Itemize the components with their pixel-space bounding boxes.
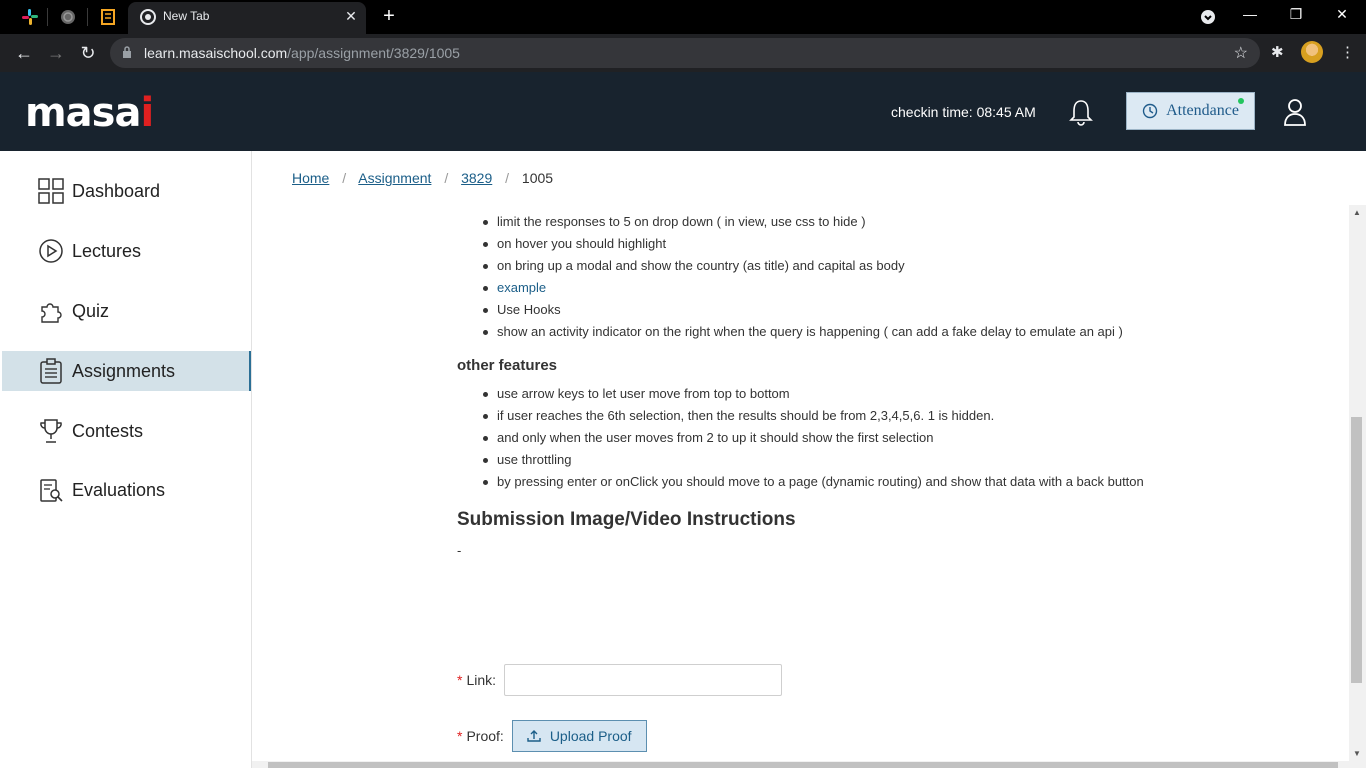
- sidebar: Dashboard Lectures Quiz Assignments Cont…: [0, 151, 252, 768]
- play-circle-icon: [39, 239, 63, 263]
- other-features-heading: other features: [457, 357, 558, 374]
- window-close-icon[interactable]: ✕: [1332, 6, 1352, 23]
- attendance-button[interactable]: Attendance: [1126, 92, 1255, 130]
- trophy-icon: [40, 419, 62, 443]
- evaluation-icon: [40, 479, 63, 502]
- sidebar-item-label: Lectures: [72, 240, 142, 261]
- sidebar-item-label: Quiz: [72, 300, 110, 321]
- profile-avatar[interactable]: [1301, 41, 1323, 63]
- url-input[interactable]: learn.masaischool.com/app/assignment/382…: [110, 38, 1260, 68]
- required-mark: *: [457, 728, 463, 744]
- link-label: Link:: [466, 672, 497, 688]
- requirements-list: limit the responses to 5 on drop down ( …: [457, 211, 1347, 343]
- list-item: on bring up a modal and show the country…: [457, 255, 1347, 277]
- chrome-icon: [138, 7, 158, 27]
- online-indicator: [1238, 98, 1244, 104]
- link-input[interactable]: [504, 664, 783, 696]
- sidebar-item-label: Dashboard: [72, 180, 161, 201]
- scroll-down-icon[interactable]: ▼: [1353, 749, 1361, 758]
- sidebar-item-assignments[interactable]: Assignments: [2, 351, 251, 391]
- breadcrumb-separator: /: [444, 170, 449, 186]
- attendance-label: Attendance: [1166, 102, 1239, 119]
- clock-icon: [1142, 103, 1158, 119]
- link-row: * Link:: [457, 664, 783, 696]
- sidebar-item-evaluations[interactable]: Evaluations: [2, 470, 251, 510]
- proof-row: * Proof: Upload Proof: [457, 720, 647, 752]
- globe-icon[interactable]: [58, 7, 78, 27]
- reload-icon[interactable]: ↻: [78, 43, 98, 63]
- list-item: limit the responses to 5 on drop down ( …: [457, 211, 1347, 233]
- list-item: on hover you should highlight: [457, 233, 1347, 255]
- sidebar-item-label: Contests: [72, 420, 144, 441]
- list-item: use throttling: [457, 449, 1347, 471]
- breadcrumb-id[interactable]: 3829: [461, 170, 492, 186]
- breadcrumb-separator: /: [505, 170, 510, 186]
- forward-icon[interactable]: →: [46, 43, 66, 63]
- breadcrumb-current: 1005: [521, 170, 554, 186]
- sidebar-item-lectures[interactable]: Lectures: [2, 231, 251, 271]
- scroll-up-icon[interactable]: ▲: [1353, 208, 1361, 217]
- book-icon[interactable]: [98, 7, 118, 27]
- breadcrumb-assignment[interactable]: Assignment: [358, 170, 431, 186]
- other-features-list: use arrow keys to let user move from top…: [457, 383, 1347, 493]
- example-link[interactable]: example: [497, 280, 546, 295]
- required-mark: *: [457, 672, 463, 688]
- tab-search-icon[interactable]: [1198, 7, 1218, 27]
- puzzle-icon: [41, 303, 62, 323]
- chrome-menu-icon[interactable]: ⋮: [1340, 43, 1355, 61]
- address-bar: ← → ↻ learn.masaischool.com/app/assignme…: [0, 34, 1366, 72]
- url-text: learn.masaischool.com/app/assignment/382…: [144, 45, 460, 61]
- user-icon[interactable]: [1283, 98, 1307, 126]
- sidebar-item-dashboard[interactable]: Dashboard: [2, 171, 251, 211]
- sidebar-item-quiz[interactable]: Quiz: [2, 291, 251, 331]
- list-item: and only when the user moves from 2 to u…: [457, 427, 1347, 449]
- horizontal-scrollbar[interactable]: [252, 761, 1366, 768]
- list-item: example: [457, 277, 1347, 299]
- tab-separator: [87, 8, 88, 26]
- restore-icon[interactable]: ❐: [1286, 6, 1306, 23]
- scrollbar-thumb[interactable]: [268, 762, 1338, 768]
- bell-icon[interactable]: [1068, 98, 1094, 126]
- lock-icon: [123, 46, 131, 58]
- extensions-icon[interactable]: ✱: [1271, 43, 1284, 61]
- breadcrumb: Home / Assignment / 3829 / 1005: [292, 170, 553, 186]
- vertical-scrollbar[interactable]: ▲ ▼: [1349, 205, 1366, 761]
- tab-separator: [47, 8, 48, 26]
- upload-proof-label: Upload Proof: [549, 728, 632, 744]
- breadcrumb-separator: /: [342, 170, 347, 186]
- checkin-time: checkin time: 08:45 AM: [891, 104, 1036, 120]
- minimize-icon[interactable]: —: [1240, 6, 1260, 22]
- scrollbar-thumb[interactable]: [1351, 417, 1362, 683]
- submission-instructions: -: [457, 543, 462, 558]
- submission-heading: Submission Image/Video Instructions: [457, 509, 796, 530]
- upload-proof-button[interactable]: Upload Proof: [511, 720, 647, 752]
- list-item: Use Hooks: [457, 299, 1347, 321]
- upload-icon: [527, 730, 541, 742]
- sidebar-item-label: Evaluations: [72, 479, 166, 500]
- breadcrumb-home[interactable]: Home: [292, 170, 329, 186]
- list-item: show an activity indicator on the right …: [457, 321, 1187, 343]
- tab-close-icon[interactable]: ✕: [343, 8, 359, 24]
- tab-title: New Tab: [163, 9, 210, 23]
- proof-label: Proof:: [466, 728, 504, 744]
- sidebar-item-label: Assignments: [72, 360, 176, 381]
- back-icon[interactable]: ←: [14, 43, 34, 63]
- clipboard-icon: [40, 358, 62, 384]
- slack-icon[interactable]: [20, 7, 40, 27]
- list-item: by pressing enter or onClick you should …: [457, 471, 1157, 493]
- sidebar-item-contests[interactable]: Contests: [2, 411, 251, 451]
- list-item: if user reaches the 6th selection, then …: [457, 405, 1347, 427]
- site-header: masai checkin time: 08:45 AM Attendance: [0, 72, 1366, 151]
- grid-icon: [38, 178, 64, 204]
- browser-tab-bar: New Tab ✕ + — ❐ ✕: [0, 0, 1366, 34]
- list-item: use arrow keys to let user move from top…: [457, 383, 1347, 405]
- new-tab-icon[interactable]: +: [379, 6, 399, 26]
- bookmark-star-icon[interactable]: ☆: [1234, 43, 1248, 63]
- masai-logo[interactable]: masai: [25, 90, 154, 136]
